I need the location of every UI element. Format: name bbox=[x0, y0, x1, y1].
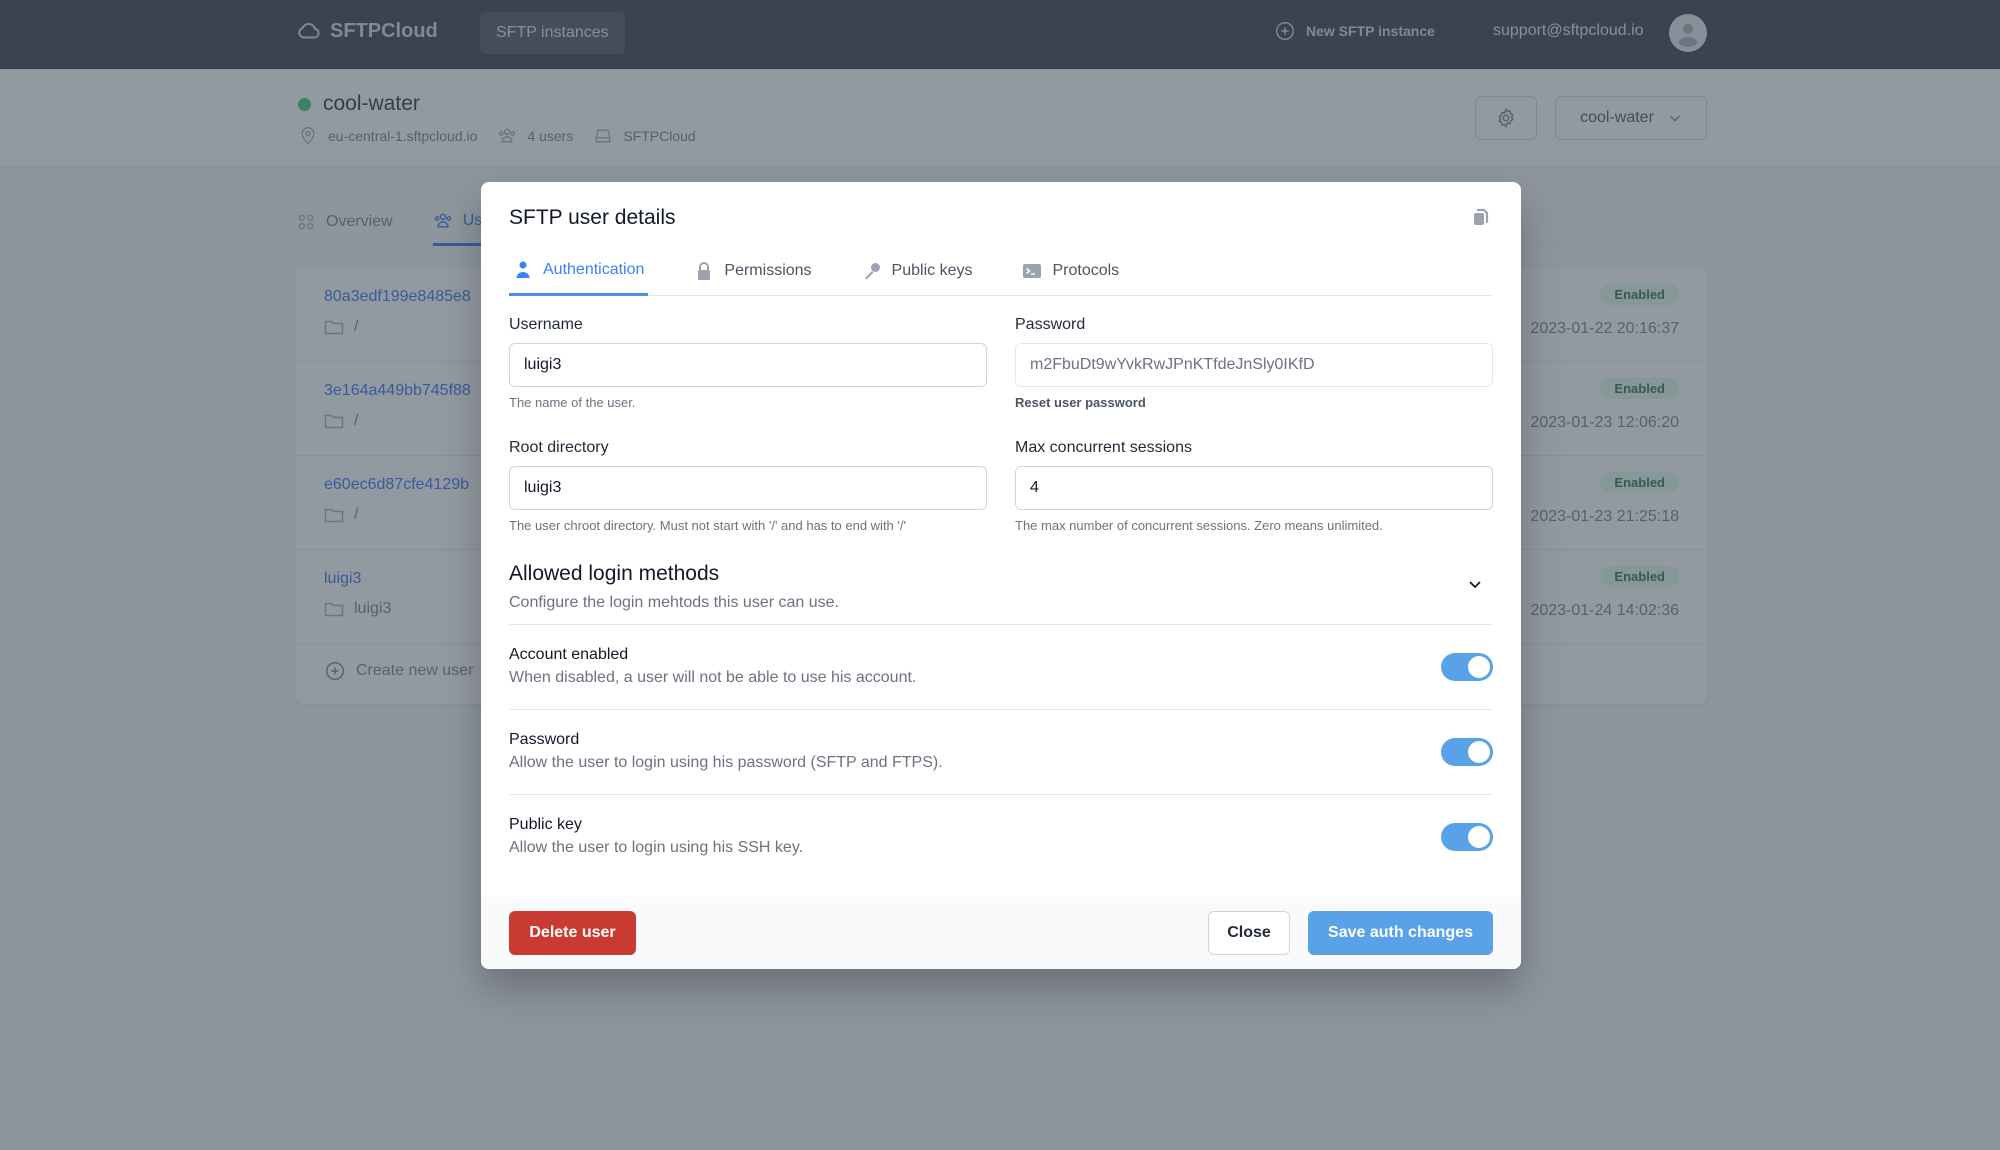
tab-permissions-label: Permissions bbox=[724, 262, 812, 279]
toggle-row-account-enabled: Account enabled When disabled, a user wi… bbox=[509, 625, 1493, 710]
user-icon bbox=[516, 261, 530, 278]
tab-authentication-label: Authentication bbox=[543, 260, 645, 278]
toggle-row-public-key: Public key Allow the user to login using… bbox=[509, 795, 1493, 880]
toggle-knob bbox=[1468, 741, 1490, 763]
terminal-icon bbox=[1023, 264, 1042, 278]
password-login-toggle[interactable] bbox=[1441, 738, 1493, 766]
password-label: Password bbox=[1015, 316, 1086, 333]
max-sessions-hint: The max number of concurrent sessions. Z… bbox=[1015, 518, 1383, 533]
username-hint: The name of the user. bbox=[509, 395, 636, 410]
password-field-group: Password Reset user password bbox=[1015, 316, 1493, 410]
reset-password-link[interactable]: Reset user password bbox=[1015, 395, 1493, 410]
close-button[interactable]: Close bbox=[1208, 911, 1290, 955]
login-methods-title: Allowed login methods bbox=[509, 562, 720, 585]
login-methods-subtitle: Configure the login mehtods this user ca… bbox=[509, 594, 839, 611]
chevron-down-icon[interactable] bbox=[1467, 576, 1483, 592]
username-input[interactable] bbox=[509, 343, 987, 387]
modal-footer: Delete user Close Save auth changes bbox=[481, 897, 1521, 969]
toggle-row-password: Password Allow the user to login using h… bbox=[509, 710, 1493, 795]
modal-tabs: Authentication Permissions Public keys P… bbox=[509, 246, 1493, 296]
root-directory-input[interactable] bbox=[509, 466, 987, 510]
root-directory-label: Root directory bbox=[509, 439, 609, 456]
public-key-login-desc: Allow the user to login using his SSH ke… bbox=[509, 839, 804, 856]
sftp-user-details-modal: SFTP user details Authentication Permiss… bbox=[481, 182, 1521, 969]
lock-icon bbox=[698, 262, 711, 280]
copy-icon[interactable] bbox=[1469, 206, 1491, 228]
tab-permissions[interactable]: Permissions bbox=[690, 246, 815, 296]
toggle-knob bbox=[1468, 656, 1490, 678]
root-directory-hint: The user chroot directory. Must not star… bbox=[509, 518, 906, 533]
tab-public-keys[interactable]: Public keys bbox=[858, 246, 977, 296]
tab-authentication[interactable]: Authentication bbox=[509, 246, 649, 296]
username-label: Username bbox=[509, 316, 583, 333]
toggle-knob bbox=[1468, 826, 1490, 848]
username-field-group: Username The name of the user. bbox=[509, 316, 987, 410]
account-enabled-desc: When disabled, a user will not be able t… bbox=[509, 669, 917, 686]
save-auth-changes-button[interactable]: Save auth changes bbox=[1308, 911, 1493, 955]
login-methods-section-header[interactable]: Allowed login methods Configure the logi… bbox=[509, 562, 1493, 625]
max-sessions-label: Max concurrent sessions bbox=[1015, 439, 1192, 456]
public-key-login-title: Public key bbox=[509, 816, 582, 833]
account-enabled-toggle[interactable] bbox=[1441, 653, 1493, 681]
account-enabled-title: Account enabled bbox=[509, 646, 629, 663]
password-login-desc: Allow the user to login using his passwo… bbox=[509, 754, 943, 771]
max-sessions-input[interactable] bbox=[1015, 466, 1493, 510]
password-login-title: Password bbox=[509, 731, 580, 748]
tab-protocols[interactable]: Protocols bbox=[1018, 246, 1123, 296]
key-icon bbox=[864, 263, 880, 280]
public-key-login-toggle[interactable] bbox=[1441, 823, 1493, 851]
delete-user-button[interactable]: Delete user bbox=[509, 911, 636, 955]
max-sessions-field-group: Max concurrent sessions The max number o… bbox=[1015, 439, 1493, 533]
root-directory-field-group: Root directory The user chroot directory… bbox=[509, 439, 987, 533]
tab-protocols-label: Protocols bbox=[1052, 262, 1120, 279]
password-input[interactable] bbox=[1015, 343, 1493, 387]
modal-title: SFTP user details bbox=[509, 206, 676, 229]
tab-public-keys-label: Public keys bbox=[891, 262, 973, 279]
